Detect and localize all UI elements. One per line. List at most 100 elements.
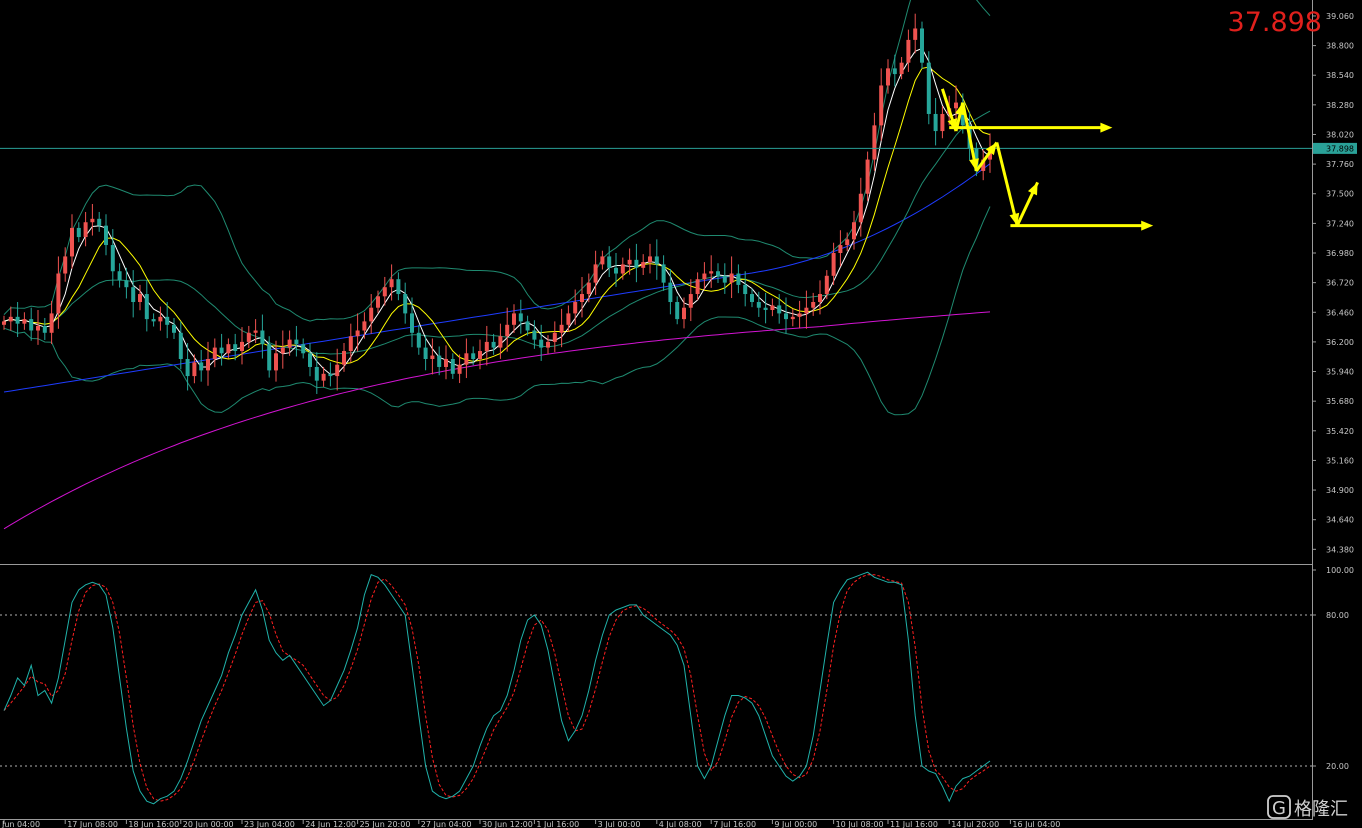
- candle-body: [797, 313, 802, 317]
- candle-body: [858, 193, 863, 223]
- candle-body: [824, 275, 829, 295]
- time-tick-label: Jun 04:00: [1, 820, 40, 828]
- price-tick-label: 36.720: [1326, 279, 1354, 288]
- candle-body: [49, 313, 54, 333]
- candle-body: [641, 262, 646, 268]
- candle-body: [852, 222, 856, 240]
- price-tick-label: 37.240: [1326, 219, 1354, 228]
- candle-body: [702, 273, 707, 280]
- price-tick-label: 35.940: [1326, 368, 1354, 377]
- time-tick-label: 3 Jul 00:00: [598, 820, 641, 828]
- candle-body: [158, 316, 163, 322]
- price-tick-label: 35.420: [1326, 427, 1354, 436]
- candle-body: [471, 353, 476, 359]
- candle-body: [430, 355, 435, 359]
- candle-body: [770, 305, 775, 310]
- candle-body: [314, 366, 319, 381]
- candle-body: [253, 330, 258, 333]
- candle-body: [185, 358, 190, 377]
- candle-body: [954, 102, 958, 109]
- candle-body: [899, 62, 904, 75]
- candle-body: [117, 271, 122, 281]
- candle-body: [178, 332, 183, 359]
- candle-body: [464, 353, 469, 365]
- candle-body: [369, 307, 374, 322]
- candle-body: [321, 373, 326, 381]
- stoch-tick-label: 100.00: [1326, 566, 1354, 575]
- candle-body: [450, 358, 455, 374]
- candle-body: [546, 341, 550, 348]
- candle-body: [532, 330, 537, 340]
- price-tick-label: 35.160: [1326, 456, 1354, 465]
- candle-body: [294, 339, 299, 345]
- candle-body: [382, 287, 387, 297]
- candle-body: [668, 282, 673, 303]
- time-tick-label: 18 Jun 16:00: [128, 820, 179, 828]
- candle-body: [131, 287, 136, 303]
- candle-body: [308, 353, 312, 367]
- stoch-tick-label: 20.00: [1326, 762, 1349, 771]
- candle-body: [933, 113, 938, 132]
- time-tick-label: 1 Jul 16:00: [536, 820, 579, 828]
- time-tick-label: 25 Jun 20:00: [360, 820, 411, 828]
- candle-body: [648, 256, 652, 263]
- time-tick-label: 23 Jun 04:00: [244, 820, 295, 828]
- candle-body: [920, 28, 924, 63]
- candle-body: [410, 313, 414, 333]
- time-tick-label: 16 Jul 04:00: [1012, 820, 1060, 828]
- candle-body: [512, 313, 516, 325]
- candle-body: [437, 355, 442, 367]
- price-tick-label: 36.200: [1326, 338, 1354, 347]
- candle-body: [274, 353, 278, 371]
- chart-canvas: 39.060 38.800 38.540 38.280 38.020 37.760 37.5…: [0, 0, 1362, 828]
- candle-body: [165, 316, 170, 325]
- candle-body: [586, 282, 591, 295]
- price-tick-label: 39.060: [1326, 12, 1354, 21]
- time-tick-label: 24 Jun 12:00: [305, 820, 356, 828]
- candle-body: [722, 275, 727, 283]
- watermark-logo-letter: G: [1272, 798, 1286, 819]
- candle-body: [172, 324, 176, 333]
- candle-body: [865, 159, 870, 194]
- candle-body: [913, 28, 918, 40]
- time-tick-label: 10 Jul 08:00: [836, 820, 884, 828]
- candle-body: [104, 225, 108, 246]
- candle-body: [845, 239, 850, 246]
- candle-body: [192, 362, 197, 377]
- candle-body: [661, 264, 666, 283]
- candle-body: [634, 259, 639, 268]
- time-tick-label: 14 Jul 20:00: [951, 820, 999, 828]
- candle-body: [729, 273, 734, 283]
- price-tick-label: 35.680: [1326, 397, 1354, 406]
- candle-body: [70, 227, 74, 257]
- candle-body: [491, 341, 496, 348]
- candle-body: [593, 264, 598, 283]
- candle-body: [403, 294, 408, 314]
- candle-body: [301, 344, 306, 354]
- candle-body: [151, 319, 156, 322]
- candle-body: [695, 279, 700, 295]
- candle-body: [444, 358, 448, 367]
- candle-body: [790, 316, 795, 320]
- candle-body: [654, 256, 659, 265]
- candle-body: [682, 307, 686, 320]
- stoch-tick-label: 80.00: [1326, 611, 1349, 620]
- candle-body: [36, 325, 40, 331]
- candle-body: [2, 321, 6, 325]
- time-tick-label: 7 Jul 16:00: [713, 820, 756, 828]
- candle-body: [355, 330, 360, 337]
- price-tick-label: 34.640: [1326, 516, 1354, 525]
- candle-body: [818, 294, 822, 303]
- price-tick-label: 38.540: [1326, 71, 1354, 80]
- candle-body: [688, 294, 693, 308]
- candle-body: [886, 68, 890, 86]
- candle-body: [838, 245, 843, 254]
- candle-body: [144, 294, 149, 320]
- candle-body: [76, 227, 81, 238]
- candle-body: [804, 307, 809, 314]
- current-price-display: 37.898: [1228, 7, 1322, 38]
- watermark: G 格隆汇: [1267, 795, 1348, 820]
- candle-body: [525, 321, 530, 331]
- candle-body: [777, 305, 782, 314]
- candle-body: [124, 280, 129, 288]
